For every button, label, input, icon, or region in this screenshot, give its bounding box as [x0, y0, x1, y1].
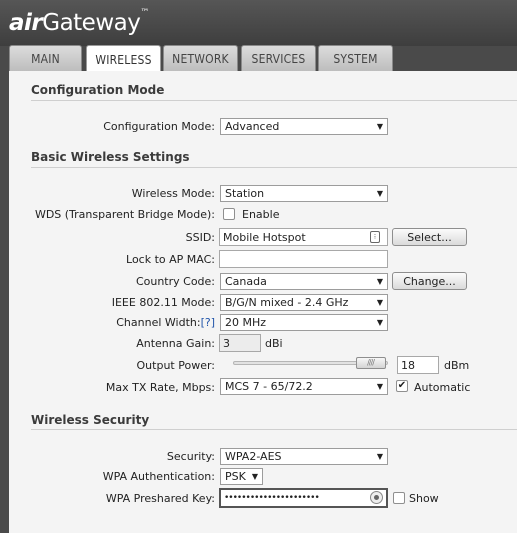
antenna-gain-label: Antenna Gain: — [136, 337, 215, 350]
section-title-basic-wireless: Basic Wireless Settings — [31, 150, 190, 164]
tab-main[interactable]: MAIN — [9, 45, 82, 71]
dropdown-arrow-icon: ▼ — [376, 452, 383, 461]
max-tx-rate-select[interactable]: MCS 7 - 65/72.2 ▼ — [220, 378, 388, 395]
antenna-gain-unit: dBi — [265, 337, 283, 350]
channel-width-label-text: Channel Width: — [116, 316, 201, 329]
show-key-checkbox[interactable] — [393, 492, 405, 504]
wireless-mode-select[interactable]: Station ▼ — [220, 185, 388, 202]
dropdown-arrow-icon: ▼ — [376, 277, 383, 286]
configuration-mode-select[interactable]: Advanced ▼ — [220, 118, 388, 135]
country-change-button[interactable]: Change... — [392, 272, 467, 290]
country-code-value: Canada — [225, 275, 267, 288]
ieee-mode-label: IEEE 802.11 Mode: — [111, 296, 215, 309]
channel-width-help-link[interactable]: [?] — [201, 316, 215, 329]
ssid-label: SSID: — [185, 231, 215, 244]
country-code-select[interactable]: Canada ▼ — [220, 273, 388, 290]
tab-wireless[interactable]: WIRELESS — [86, 45, 161, 73]
output-power-label: Output Power: — [136, 359, 215, 372]
section-divider — [31, 100, 517, 101]
section-title-wireless-security: Wireless Security — [31, 413, 150, 427]
antenna-gain-value: 3 — [223, 336, 230, 350]
lock-icon[interactable]: ⁝ — [370, 231, 380, 243]
dropdown-arrow-icon: ▼ — [376, 382, 383, 391]
dropdown-arrow-icon: ▼ — [376, 189, 383, 198]
wpa-preshared-key-value: •••••••••••••••••••••• — [224, 493, 320, 503]
wds-enable-checkbox[interactable] — [223, 208, 235, 220]
ieee-mode-select[interactable]: B/G/N mixed - 2.4 GHz ▼ — [220, 294, 388, 311]
wireless-panel: Configuration Mode Configuration Mode: A… — [9, 71, 517, 533]
reveal-password-icon[interactable] — [370, 491, 383, 504]
dropdown-arrow-icon: ▼ — [376, 298, 383, 307]
dropdown-arrow-icon: ▼ — [251, 472, 258, 481]
max-tx-rate-label: Max TX Rate, Mbps: — [105, 381, 215, 394]
channel-width-select[interactable]: 20 MHz ▼ — [220, 314, 388, 331]
wpa-authentication-value: PSK — [225, 470, 246, 483]
wpa-preshared-key-input[interactable]: •••••••••••••••••••••• — [219, 488, 388, 508]
wds-label: WDS (Transparent Bridge Mode): — [34, 208, 215, 221]
section-divider — [31, 429, 517, 430]
security-value: WPA2-AES — [225, 450, 282, 463]
wpa-preshared-key-label: WPA Preshared Key: — [105, 492, 215, 505]
airgateway-logo: airGateway™ — [9, 8, 149, 36]
channel-width-label: Channel Width:[?] — [9, 316, 215, 329]
antenna-gain-input[interactable]: 3 — [219, 334, 261, 352]
security-label: Security: — [166, 450, 215, 463]
section-title-configuration-mode: Configuration Mode — [31, 83, 165, 97]
app-header: airGateway™ — [0, 0, 517, 46]
dropdown-arrow-icon: ▼ — [376, 318, 383, 327]
wpa-authentication-select[interactable]: PSK ▼ — [220, 468, 263, 485]
ssid-value: Mobile Hotspot — [223, 230, 306, 244]
max-tx-automatic-label: Automatic — [414, 381, 471, 394]
max-tx-automatic-checkbox[interactable]: ✔ — [396, 380, 408, 392]
configuration-mode-value: Advanced — [225, 120, 280, 133]
section-divider — [31, 167, 517, 168]
tab-services[interactable]: SERVICES — [241, 45, 316, 71]
ieee-mode-value: B/G/N mixed - 2.4 GHz — [225, 296, 349, 309]
output-power-unit: dBm — [444, 359, 470, 372]
channel-width-value: 20 MHz — [225, 316, 267, 329]
ssid-input[interactable]: Mobile Hotspot — [219, 228, 388, 246]
output-power-slider-handle[interactable]: //// — [355, 357, 386, 369]
max-tx-rate-value: MCS 7 - 65/72.2 — [225, 380, 313, 393]
ssid-select-button[interactable]: Select... — [392, 228, 467, 246]
wireless-mode-value: Station — [225, 187, 265, 200]
show-key-label: Show — [409, 492, 439, 505]
wireless-mode-label: Wireless Mode: — [131, 187, 215, 200]
tab-network[interactable]: NETWORK — [163, 45, 238, 71]
wds-enable-label: Enable — [242, 208, 280, 221]
security-select[interactable]: WPA2-AES ▼ — [220, 448, 388, 465]
output-power-input[interactable]: 18 — [397, 356, 439, 374]
wpa-authentication-label: WPA Authentication: — [102, 470, 215, 483]
output-power-value: 18 — [401, 358, 415, 372]
country-code-label: Country Code: — [135, 275, 215, 288]
tab-system[interactable]: SYSTEM — [318, 45, 393, 71]
lock-ap-mac-label: Lock to AP MAC: — [126, 253, 215, 266]
dropdown-arrow-icon: ▼ — [376, 122, 383, 131]
configuration-mode-label: Configuration Mode: — [103, 120, 215, 133]
lock-ap-mac-input[interactable] — [219, 250, 388, 268]
